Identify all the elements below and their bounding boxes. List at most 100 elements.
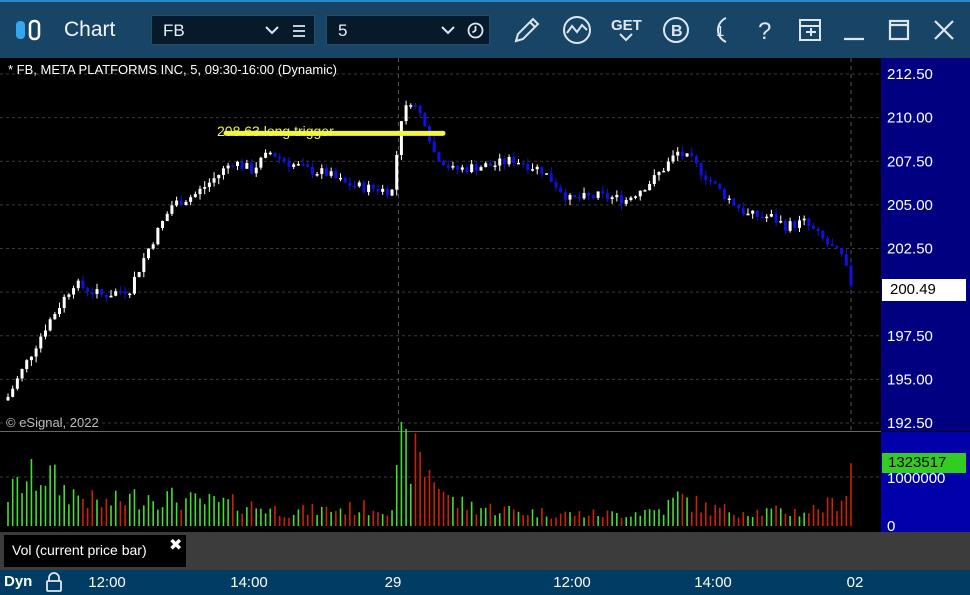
candle-body <box>100 289 104 296</box>
candle-body <box>240 161 244 169</box>
price-chart[interactable]: 212.50 210.00 207.50 205.00 202.50 197.50 195.… <box>0 58 970 570</box>
candle-body <box>582 192 586 199</box>
symbol-input[interactable]: FB <box>151 15 315 45</box>
candle-body <box>371 184 375 189</box>
candle-body <box>812 225 816 229</box>
candle-body <box>137 272 141 277</box>
candle-body <box>465 167 469 172</box>
trigger-annotation[interactable]: 208.63 long trigger <box>217 123 334 139</box>
help-icon[interactable]: ? <box>750 14 782 46</box>
candle-body <box>15 378 19 389</box>
candle-body <box>685 153 689 157</box>
candle-body <box>484 163 488 168</box>
candle-body <box>643 190 647 192</box>
x-tick: 12:00 <box>88 574 126 591</box>
candle-body <box>132 276 136 294</box>
candle-body <box>657 172 661 176</box>
price-tick: 210.00 <box>887 110 933 127</box>
candle-body <box>727 198 731 200</box>
candle-body <box>783 221 787 231</box>
info-icon[interactable]: 1 <box>704 14 730 46</box>
chart-title: * FB, META PLATFORMS INC, 5, 09:30-16:00… <box>8 62 337 77</box>
candle-body <box>198 188 202 195</box>
candle-body <box>568 194 572 200</box>
candle-body <box>147 248 150 259</box>
time-axis[interactable]: Dyn 12:00 14:00 29 12:00 14:00 02 <box>0 570 970 595</box>
candle-body <box>62 296 66 308</box>
candle-body <box>203 186 207 189</box>
candle-body <box>456 165 460 170</box>
candle-body <box>362 182 366 193</box>
interval-input[interactable]: 5 <box>326 15 490 45</box>
candle-body <box>755 210 759 217</box>
candle-body <box>474 164 478 171</box>
candle-body <box>367 184 371 193</box>
price-tick: 197.50 <box>887 328 933 345</box>
candle-body <box>737 205 741 209</box>
candle-body <box>348 182 352 187</box>
chevron-down-icon[interactable] <box>265 25 279 35</box>
list-icon[interactable] <box>292 24 306 38</box>
candle-body <box>161 221 165 229</box>
candle-body <box>840 247 844 255</box>
candle-body <box>329 171 333 176</box>
candle-body <box>746 213 750 216</box>
candle-body <box>278 156 282 159</box>
pencil-icon[interactable] <box>511 14 543 46</box>
candle-body <box>563 192 567 200</box>
candle-body <box>287 161 291 167</box>
candle-body <box>95 289 99 294</box>
broker-icon[interactable]: B <box>660 14 692 46</box>
lock-icon[interactable] <box>44 572 64 592</box>
volume-legend[interactable]: Vol (current price bar) ✖ <box>4 535 186 567</box>
candle-body <box>516 162 520 165</box>
candle-body <box>774 213 778 223</box>
candle-body <box>549 173 553 183</box>
symbol-value: FB <box>163 21 185 40</box>
layout-icon[interactable] <box>794 14 826 46</box>
close-icon[interactable] <box>928 14 960 46</box>
candle-body <box>554 182 558 188</box>
candle-body <box>442 161 446 166</box>
candle-body <box>217 174 221 179</box>
grid <box>0 58 881 478</box>
candle-body <box>690 153 694 157</box>
minimize-icon[interactable] <box>838 14 870 46</box>
chart-area[interactable]: 212.50 210.00 207.50 205.00 202.50 197.50 195.… <box>0 58 970 570</box>
candle-body <box>507 156 511 165</box>
study-icon[interactable] <box>561 14 593 46</box>
chevron-down-icon[interactable] <box>441 25 455 35</box>
candle-body <box>390 189 394 196</box>
candle-body <box>423 113 427 127</box>
clock-icon[interactable] <box>467 22 484 39</box>
close-study-icon[interactable]: ✖ <box>169 535 182 555</box>
candle-body <box>797 220 801 228</box>
dynamic-mode-label[interactable]: Dyn <box>4 573 32 590</box>
candle-body <box>849 265 853 286</box>
get-icon[interactable]: GET <box>610 14 642 46</box>
candle-body <box>816 228 820 231</box>
candle-body <box>48 319 52 331</box>
candle-body <box>221 168 225 175</box>
candle-body <box>779 221 783 223</box>
candle-body <box>802 218 806 221</box>
candle-body <box>86 288 90 292</box>
candle-body <box>844 254 848 266</box>
candle-body <box>109 295 113 298</box>
svg-text:1: 1 <box>716 23 724 40</box>
candle-body <box>704 175 708 181</box>
candle-body <box>751 210 755 214</box>
candle-body <box>142 258 146 273</box>
candle-body <box>460 167 464 170</box>
candle-body <box>676 151 680 156</box>
candle-body <box>264 152 268 158</box>
candle-body <box>353 186 357 188</box>
x-tick: 14:00 <box>230 574 268 591</box>
candle-body <box>334 171 338 179</box>
maximize-icon[interactable] <box>883 14 915 46</box>
candle-body <box>409 105 413 107</box>
candle-body <box>694 156 698 164</box>
candle-body <box>666 161 670 171</box>
candle-body <box>788 221 792 231</box>
svg-text:GET: GET <box>611 17 642 34</box>
